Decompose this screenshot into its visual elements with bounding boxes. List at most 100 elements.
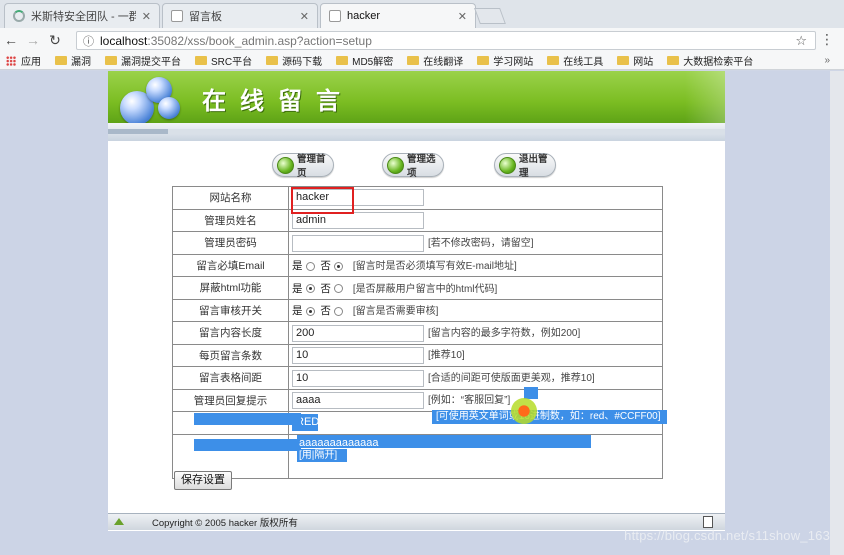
html-block-yes-radio[interactable] <box>305 284 315 294</box>
new-tab-button[interactable] <box>474 8 506 24</box>
back-icon[interactable]: ← <box>0 32 22 48</box>
folder-icon <box>407 56 420 65</box>
reply-color-hint: [可使用英文单词或16进制数，如：red、#CCFF00] <box>432 410 667 424</box>
guestbook-admin-panel: 在线留言 管理首页 管理选项 退出管理 网站名称 hacker 管理员姓名 ad… <box>108 71 725 531</box>
field-hint: [例如：“客服回复”] <box>428 395 511 407</box>
menu-icon[interactable]: ⋮ <box>820 31 834 48</box>
address-bar[interactable]: ⓘ localhost :35082/xss/book_admin.asp?ac… <box>76 31 816 50</box>
bookmarks-overflow-button[interactable]: » <box>824 55 830 66</box>
folder-icon <box>105 56 117 65</box>
filter-textarea[interactable]: aaaaaaaaaaaaa <box>297 435 591 449</box>
document-icon[interactable] <box>703 516 713 528</box>
bookmark-folder[interactable]: 学习网站 <box>477 53 533 68</box>
review-yes-radio[interactable] <box>305 306 315 316</box>
html-block-no-radio[interactable] <box>333 284 343 294</box>
url-path: :35082/xss/book_admin.asp?action=setup <box>147 33 372 48</box>
field-hint: [推荐10] <box>428 350 465 362</box>
page-icon <box>171 10 183 22</box>
close-icon[interactable]: ✕ <box>458 10 467 23</box>
close-icon[interactable]: ✕ <box>300 10 309 23</box>
bookmark-folder[interactable]: 漏洞提交平台 <box>105 53 181 68</box>
form-row-html-block: 屏蔽html功能 是 否 [是否屏蔽用户留言中的html代码] <box>172 276 663 300</box>
arrow-up-icon[interactable] <box>114 518 124 525</box>
logout-button[interactable]: 退出管理 <box>494 153 556 179</box>
radio-label-no: 否 <box>320 282 331 295</box>
loading-icon <box>13 10 25 22</box>
filter-value: aaaaaaaaaaaaa <box>299 437 379 449</box>
close-icon[interactable]: ✕ <box>142 10 151 23</box>
bookmark-folder[interactable]: 源码下载 <box>266 53 322 68</box>
field-label: 管理员密码 <box>172 231 289 255</box>
tab-mist-team[interactable]: 米斯特安全团队 - 一群 ✕ <box>4 3 160 28</box>
apps-icon <box>6 55 16 66</box>
selection-highlight <box>194 413 301 425</box>
bookmark-star-icon[interactable]: ☆ <box>795 33 807 49</box>
form-row-length: 留言内容长度 200 [留言内容的最多字符数，例如200] <box>172 321 663 345</box>
radio-label-no: 否 <box>320 305 331 318</box>
content-length-input[interactable]: 200 <box>292 324 424 342</box>
field-hint: [留言内容的最多字符数，例如200] <box>428 327 581 339</box>
review-no-radio[interactable] <box>333 306 343 316</box>
form-row-reply-hint: 管理员回复提示 aaaa [例如：“客服回复”] <box>172 388 663 412</box>
reply-hint-input[interactable]: aaaa <box>292 392 424 410</box>
tab-label: 米斯特安全团队 - 一群 <box>31 11 136 23</box>
bubble-logo <box>158 97 180 119</box>
checkmark-icon <box>387 156 404 174</box>
field-label: 每页留言条数 <box>172 343 289 367</box>
field-label: 网站名称 <box>172 186 289 210</box>
mouse-cursor-indicator <box>511 398 537 424</box>
field-hint: [若不修改密码，请留空] <box>428 237 534 249</box>
scrollbar[interactable] <box>830 71 844 555</box>
admin-password-input[interactable] <box>292 234 424 252</box>
bookmark-folder[interactable]: 在线工具 <box>547 53 603 68</box>
radio-label-yes: 是 <box>292 260 303 273</box>
bookmarks-bar: 应用 漏洞 漏洞提交平台 SRC平台 源码下载 MD5解密 在线翻译 学习网站 … <box>0 52 844 70</box>
form-row-review: 留言审核开关 是 否 [留言是否需要审核] <box>172 298 663 322</box>
radio-label-yes: 是 <box>292 305 303 318</box>
checkmark-icon <box>499 156 516 174</box>
bookmark-apps[interactable]: 应用 <box>0 53 41 68</box>
annotation-red-box <box>291 187 354 214</box>
bookmark-folder[interactable]: MD5解密 <box>336 53 393 68</box>
radio-label-yes: 是 <box>292 282 303 295</box>
tab-strip: 米斯特安全团队 - 一群 ✕ 留言板 ✕ hacker ✕ <box>0 0 844 28</box>
field-label: 留言内容长度 <box>172 321 289 345</box>
field-label: 留言审核开关 <box>172 298 289 322</box>
admin-options-button[interactable]: 管理选项 <box>382 153 444 179</box>
selection-highlight <box>194 439 301 451</box>
folder-icon <box>55 56 67 65</box>
admin-home-label: 管理首页 <box>297 154 326 179</box>
field-label: 留言必填Email <box>172 253 289 277</box>
tab-label: hacker <box>347 10 381 22</box>
bookmark-folder[interactable]: 漏洞 <box>55 53 91 68</box>
folder-icon <box>336 56 349 65</box>
email-required-no-radio[interactable] <box>333 261 343 271</box>
admin-name-input[interactable]: admin <box>292 211 424 229</box>
filter-separator-hint: [用|隔开] <box>297 449 347 462</box>
form-row-admin-pass: 管理员密码 [若不修改密码，请留空] <box>172 231 663 255</box>
bookmark-folder[interactable]: SRC平台 <box>195 53 252 68</box>
folder-icon <box>617 56 630 65</box>
radio-label-no: 否 <box>320 260 331 273</box>
forward-icon[interactable]: → <box>22 32 44 48</box>
table-spacing-input[interactable]: 10 <box>292 369 424 387</box>
bookmark-folder[interactable]: 大数据检索平台 <box>667 53 753 68</box>
folder-icon <box>667 56 680 65</box>
field-label: 管理员回复提示 <box>172 388 289 412</box>
tab-hacker[interactable]: hacker ✕ <box>320 3 476 28</box>
banner: 在线留言 <box>108 71 725 123</box>
reload-icon[interactable]: ↻ <box>44 32 66 49</box>
info-icon[interactable]: ⓘ <box>83 33 94 49</box>
field-label: 屏蔽html功能 <box>172 276 289 300</box>
tab-guestbook[interactable]: 留言板 ✕ <box>162 3 318 28</box>
folder-icon <box>547 56 560 65</box>
save-settings-button[interactable]: 保存设置 <box>174 471 232 490</box>
form-row-spacing: 留言表格间距 10 [合适的间距可使版面更美观，推荐10] <box>172 366 663 390</box>
admin-home-button[interactable]: 管理首页 <box>272 153 334 179</box>
bookmark-folder[interactable]: 网站 <box>617 53 653 68</box>
per-page-input[interactable]: 10 <box>292 347 424 365</box>
browser-toolbar: ← → ↻ ⓘ localhost :35082/xss/book_admin.… <box>0 28 844 52</box>
bookmark-folder[interactable]: 在线翻译 <box>407 53 463 68</box>
email-required-yes-radio[interactable] <box>305 261 315 271</box>
form-row-admin-name: 管理员姓名 admin <box>172 208 663 232</box>
